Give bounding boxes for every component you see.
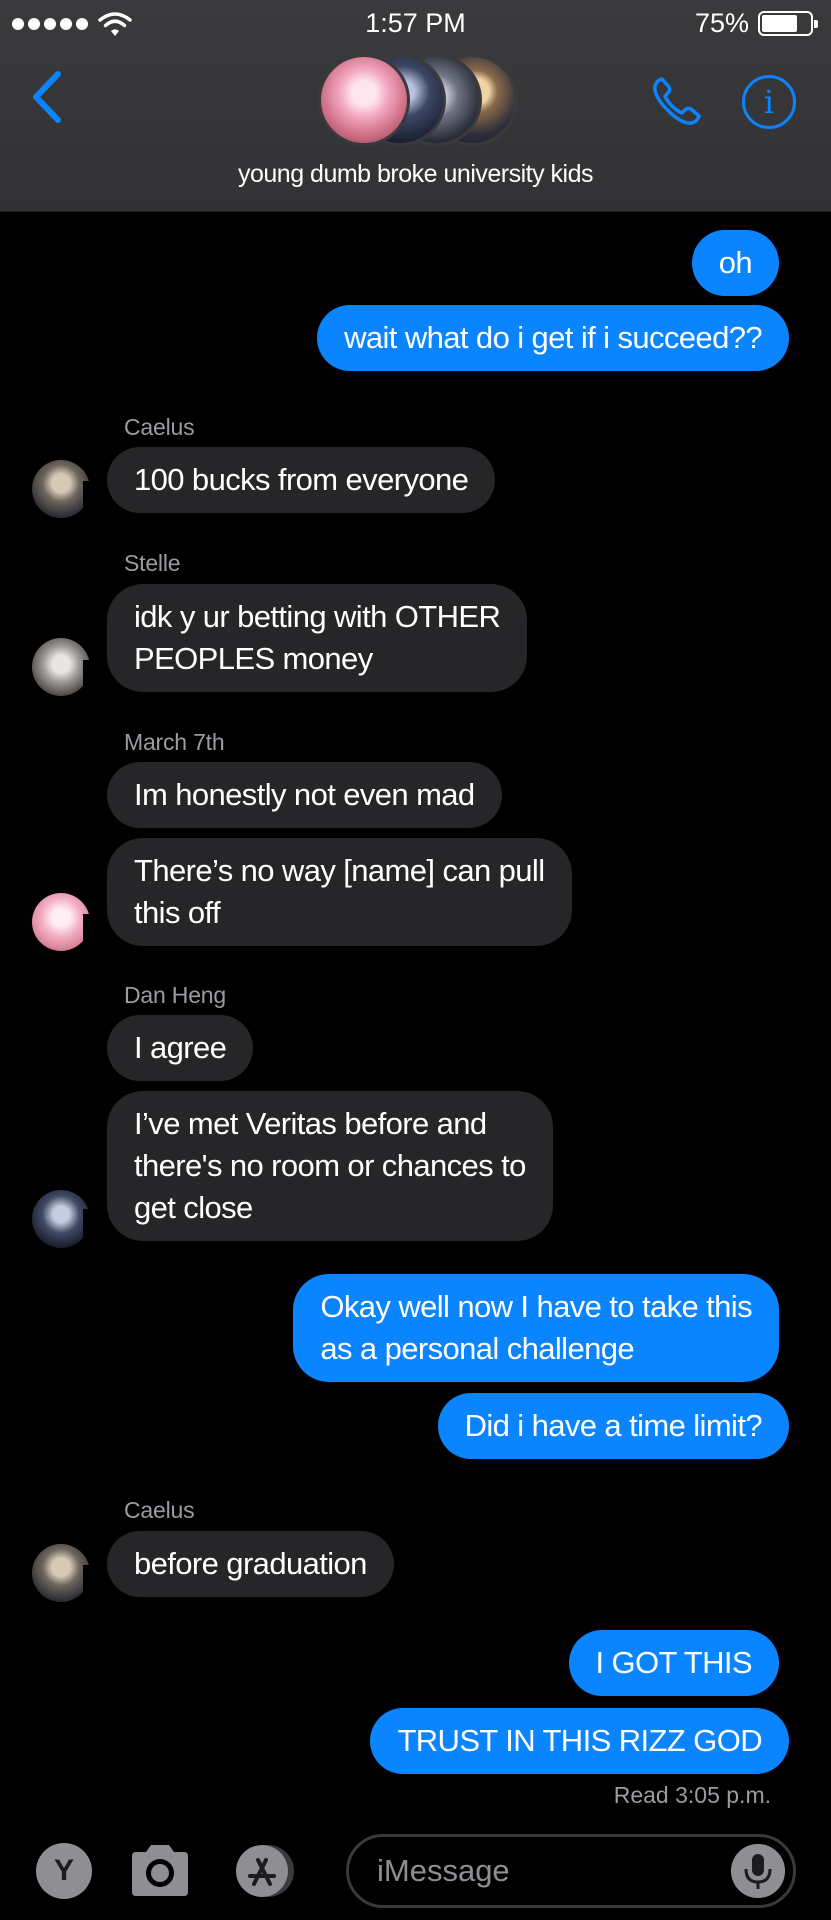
sender-name: Caelus	[124, 1497, 195, 1523]
sender-name: Stelle	[124, 550, 181, 576]
message-line: this off	[134, 895, 221, 930]
message-line: PEOPLES money	[134, 641, 373, 676]
app-store-icon[interactable]	[234, 1842, 294, 1900]
outgoing-message[interactable]: Did i have a time limit?	[437, 1393, 814, 1461]
message-input[interactable]	[377, 1849, 707, 1893]
phone-icon[interactable]	[648, 74, 704, 130]
outgoing-message[interactable]: Okay well now I have to take this as a p…	[293, 1274, 779, 1382]
message-line: I’ve met Veritas before and	[134, 1106, 487, 1141]
battery-percentage: 75%	[694, 8, 749, 38]
status-bar: 1:57 PM 75%	[0, 0, 831, 48]
incoming-message[interactable]: idk y ur betting with OTHER PEOPLES mone…	[82, 584, 528, 694]
outgoing-message[interactable]: TRUST IN THIS RIZZ GOD	[370, 1708, 813, 1776]
sender-name: Caelus	[124, 414, 195, 440]
group-avatar-stack[interactable]	[318, 54, 518, 146]
info-icon[interactable]: i	[742, 75, 796, 129]
camera-icon[interactable]	[128, 1840, 192, 1900]
avatar-dan-heng[interactable]	[32, 1190, 90, 1248]
sender-name: Dan Heng	[124, 982, 226, 1008]
read-receipt: Read 3:05 p.m.	[613, 1782, 771, 1808]
message-input-container	[346, 1834, 796, 1908]
avatar-caelus[interactable]	[32, 460, 90, 518]
outgoing-message[interactable]: wait what do i get if i succeed??	[317, 305, 813, 373]
incoming-message[interactable]: Im honestly not even mad	[107, 762, 502, 828]
message-line: as a personal challenge	[320, 1331, 635, 1366]
avatar-caelus[interactable]	[32, 1544, 90, 1602]
incoming-message[interactable]: 100 bucks from everyone	[82, 447, 496, 515]
group-member-avatar	[318, 54, 410, 146]
conversation-header: 1:57 PM 75% young dumb broke university …	[0, 0, 831, 212]
message-line: idk y ur betting with OTHER	[134, 599, 501, 634]
sender-name: March 7th	[124, 729, 225, 755]
microphone-icon[interactable]	[731, 1844, 785, 1898]
incoming-message[interactable]: I agree	[107, 1015, 254, 1081]
message-line: there's no room or chances to	[134, 1148, 526, 1183]
back-chevron-icon[interactable]	[28, 68, 68, 126]
message-line: There’s no way [name] can pull	[134, 853, 545, 888]
avatar-stelle[interactable]	[32, 638, 90, 696]
outgoing-message[interactable]: oh	[691, 230, 779, 296]
incoming-message[interactable]: I’ve met Veritas before and there's no r…	[83, 1091, 553, 1243]
group-title[interactable]: young dumb broke university kids	[0, 160, 831, 189]
battery-icon	[758, 11, 818, 36]
message-line: get close	[134, 1190, 253, 1225]
app-y-button[interactable]: Y	[36, 1843, 92, 1899]
message-line: Okay well now I have to take this	[320, 1289, 752, 1324]
incoming-message[interactable]: before graduation	[83, 1531, 394, 1599]
avatar-march-7th[interactable]	[32, 893, 90, 951]
incoming-message[interactable]: There’s no way [name] can pull this off	[83, 838, 572, 948]
outgoing-message[interactable]: I GOT THIS	[568, 1630, 779, 1696]
